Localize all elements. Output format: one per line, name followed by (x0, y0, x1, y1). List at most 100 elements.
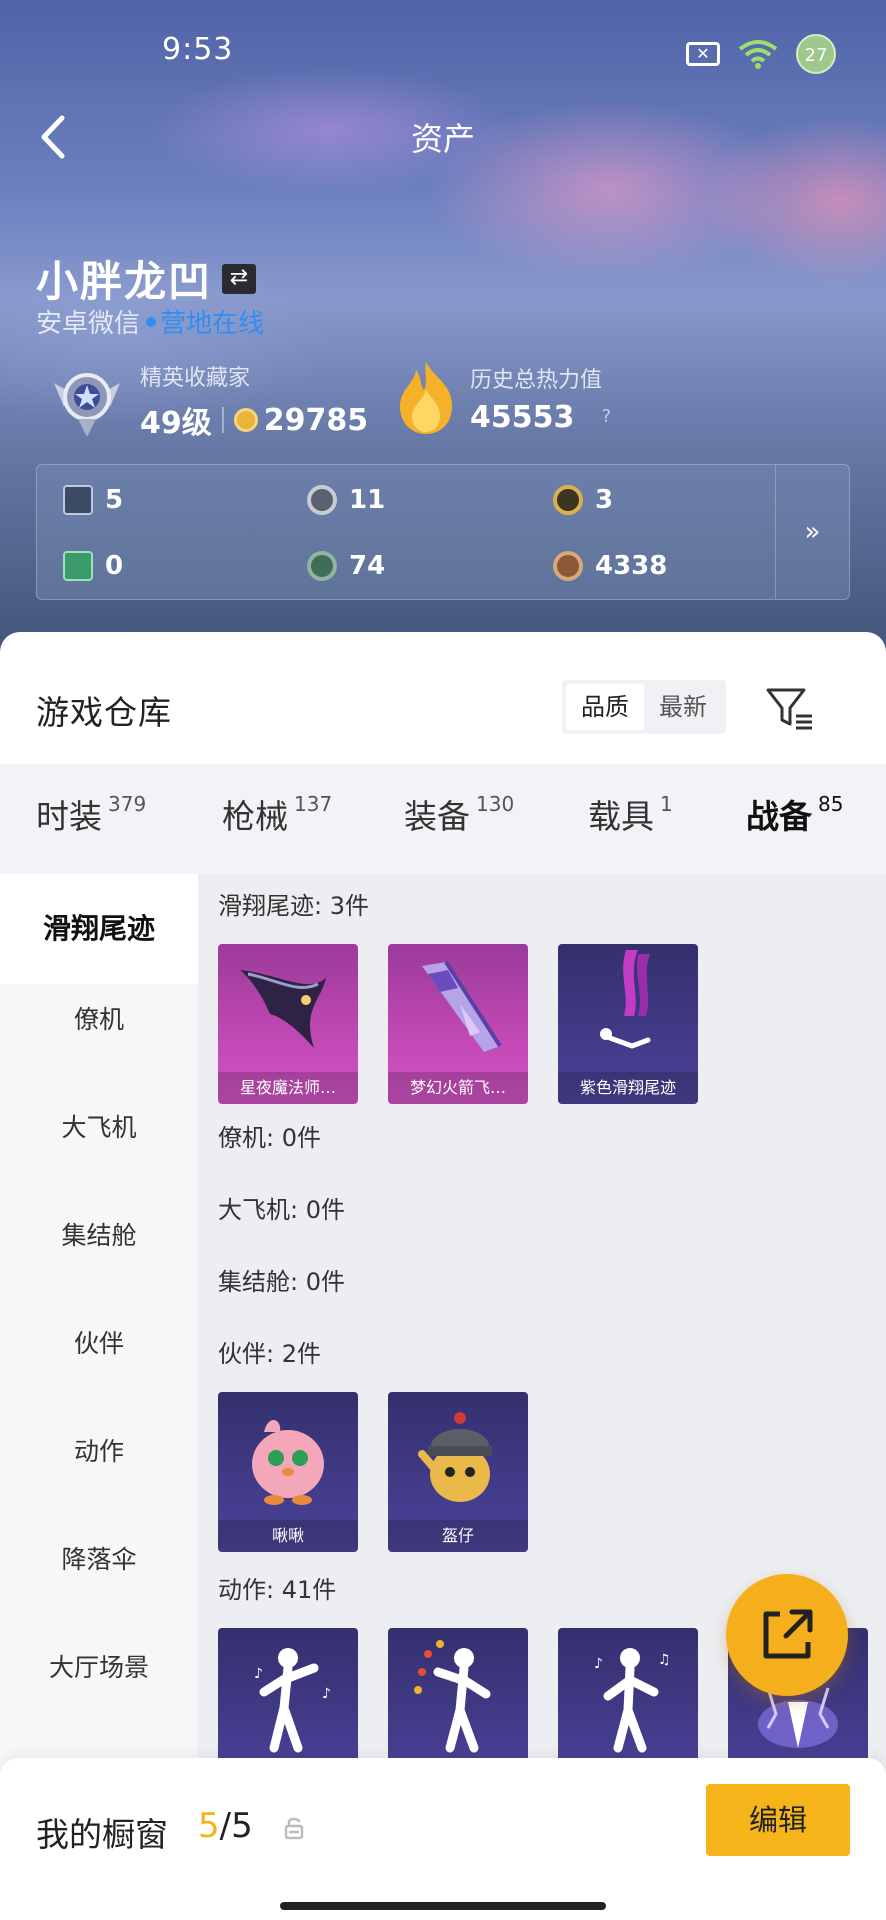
gold-coin-icon (233, 408, 258, 432)
section-label-partner: 伙伴: 2件 (218, 1340, 321, 1368)
tab-guns[interactable]: 枪械 137 (222, 790, 332, 838)
tab-count: 1 (660, 792, 673, 816)
currency-value: 0 (105, 551, 124, 581)
status-icons: ✕ 27 (686, 34, 836, 74)
showcase-label: 我的橱窗 (36, 1815, 168, 1854)
side-item-wingman[interactable]: 僚机 (0, 1000, 198, 1040)
home-indicator[interactable] (280, 1902, 606, 1910)
sort-quality-button[interactable]: 品质 (566, 684, 644, 730)
heat-value: 45553 (470, 399, 575, 435)
divider (221, 407, 224, 433)
item-card[interactable]: 盔仔 (388, 1392, 528, 1552)
section-label-capsule: 集结舱: 0件 (218, 1268, 345, 1296)
page-title: 资产 (410, 120, 475, 158)
side-item-lobby-scene[interactable]: 大厅场景 (0, 1648, 198, 1688)
currency-value: 4338 (595, 551, 668, 581)
tab-label: 枪械 (222, 797, 288, 836)
tab-readiness[interactable]: 战备 85 (746, 790, 843, 838)
share-button[interactable] (726, 1574, 848, 1696)
svg-text:♪: ♪ (322, 1686, 331, 1702)
item-name: 星夜魔法师… (218, 1072, 358, 1104)
currency-value: 5 (105, 485, 124, 515)
side-item-trail[interactable]: 滑翔尾迹 (0, 874, 198, 984)
bronze-coin-icon (553, 551, 583, 581)
tab-label: 载具 (588, 797, 654, 836)
coin-value: 29785 (263, 402, 369, 438)
tab-count: 379 (108, 792, 147, 816)
currency-item: 5 (63, 485, 123, 515)
sim-off-icon: ✕ (686, 42, 720, 66)
side-item-emote[interactable]: 动作 (0, 1432, 198, 1472)
help-icon[interactable]: ? (594, 405, 618, 429)
side-item-parachute[interactable]: 降落伞 (0, 1540, 198, 1580)
tab-label: 时装 (36, 797, 102, 836)
share-icon (763, 1609, 813, 1659)
warehouse-card: 游戏仓库 品质 最新 时装 379 枪械 137 装备 130 载具 1 战备 … (0, 632, 886, 1920)
tab-count: 137 (294, 792, 333, 816)
currency-item: 11 (307, 485, 385, 515)
item-name: 盔仔 (388, 1520, 528, 1552)
filter-icon[interactable] (766, 686, 814, 730)
svg-text:♪: ♪ (594, 1656, 603, 1672)
svg-text:♫: ♫ (658, 1652, 671, 1668)
edit-button[interactable]: 编辑 (706, 1784, 850, 1856)
heat-value-block[interactable]: 历史总热力值 45553 ? (394, 360, 618, 436)
tab-label: 战备 (746, 797, 812, 836)
currency-value: 11 (349, 485, 386, 515)
currency-item: 74 (307, 551, 385, 581)
online-status: 营地在线 (160, 309, 265, 339)
tab-vehicles[interactable]: 载具 1 (588, 790, 673, 838)
collector-level: 49级 (140, 406, 212, 441)
gold-token-icon (553, 485, 583, 515)
expand-currencies-button[interactable]: » (775, 465, 849, 599)
currency-value: 3 (595, 485, 614, 515)
music-emote-icon: ♪ ♫ (594, 1648, 671, 1753)
purple-trail-icon (600, 950, 651, 1049)
collector-badge-icon (54, 373, 120, 437)
currency-item: 0 (63, 551, 123, 581)
tab-label: 装备 (404, 797, 470, 836)
item-name: 紫色滑翔尾迹 (558, 1072, 698, 1104)
flame-icon (400, 362, 452, 434)
side-item-plane[interactable]: 大飞机 (0, 1108, 198, 1148)
item-card[interactable]: 梦幻火箭飞… (388, 944, 528, 1104)
switch-account-icon[interactable]: ⇄ (222, 263, 257, 294)
silver-coin-icon (307, 485, 337, 515)
sort-toggle: 品质 最新 (562, 680, 726, 734)
showcase-bar: 我的橱窗 5/5 编辑 (0, 1758, 886, 1920)
warehouse-title: 游戏仓库 (36, 693, 172, 732)
dance-emote-icon: ♪ ♪ (254, 1648, 331, 1753)
section-label-trail: 滑翔尾迹: 3件 (218, 892, 369, 920)
item-card[interactable]: 啾啾 (218, 1392, 358, 1552)
green-orb-icon (307, 551, 337, 581)
green-ticket-icon (63, 551, 93, 581)
item-card[interactable]: 星夜魔法师… (218, 944, 358, 1104)
showcase-total: 5 (231, 1806, 253, 1846)
status-bar: 9:53 ✕ 27 (0, 0, 886, 100)
platform-label: 安卓微信 (36, 309, 141, 339)
section-label-wingman: 僚机: 0件 (218, 1124, 321, 1152)
section-label-emote: 动作: 41件 (218, 1576, 337, 1604)
helmet-chick-icon (418, 1412, 492, 1502)
celebrate-emote-icon (414, 1640, 491, 1753)
tab-outfits[interactable]: 时装 379 (36, 790, 146, 838)
side-item-capsule[interactable]: 集结舱 (0, 1216, 198, 1256)
section-label-plane: 大飞机: 0件 (218, 1196, 345, 1224)
sort-newest-button[interactable]: 最新 (644, 684, 722, 730)
online-dot-icon (146, 316, 157, 327)
wifi-icon (738, 40, 778, 69)
item-card[interactable]: 紫色滑翔尾迹 (558, 944, 698, 1104)
showcase-current: 5 (198, 1806, 220, 1846)
card-icon (63, 485, 93, 515)
battery-icon: 27 (796, 34, 836, 74)
tab-equipment[interactable]: 装备 130 (404, 790, 514, 838)
svg-text:♪: ♪ (254, 1666, 263, 1682)
currency-panel[interactable]: 5 11 3 0 74 4338 » (36, 464, 850, 600)
pink-bird-icon (252, 1419, 324, 1505)
item-name: 梦幻火箭飞… (388, 1072, 528, 1104)
side-item-partner[interactable]: 伙伴 (0, 1324, 198, 1364)
wing-icon (240, 970, 326, 1048)
heat-title: 历史总热力值 (470, 367, 603, 393)
tab-count: 130 (476, 792, 515, 816)
collector-rank[interactable]: 精英收藏家 49级 29785 (50, 360, 368, 442)
